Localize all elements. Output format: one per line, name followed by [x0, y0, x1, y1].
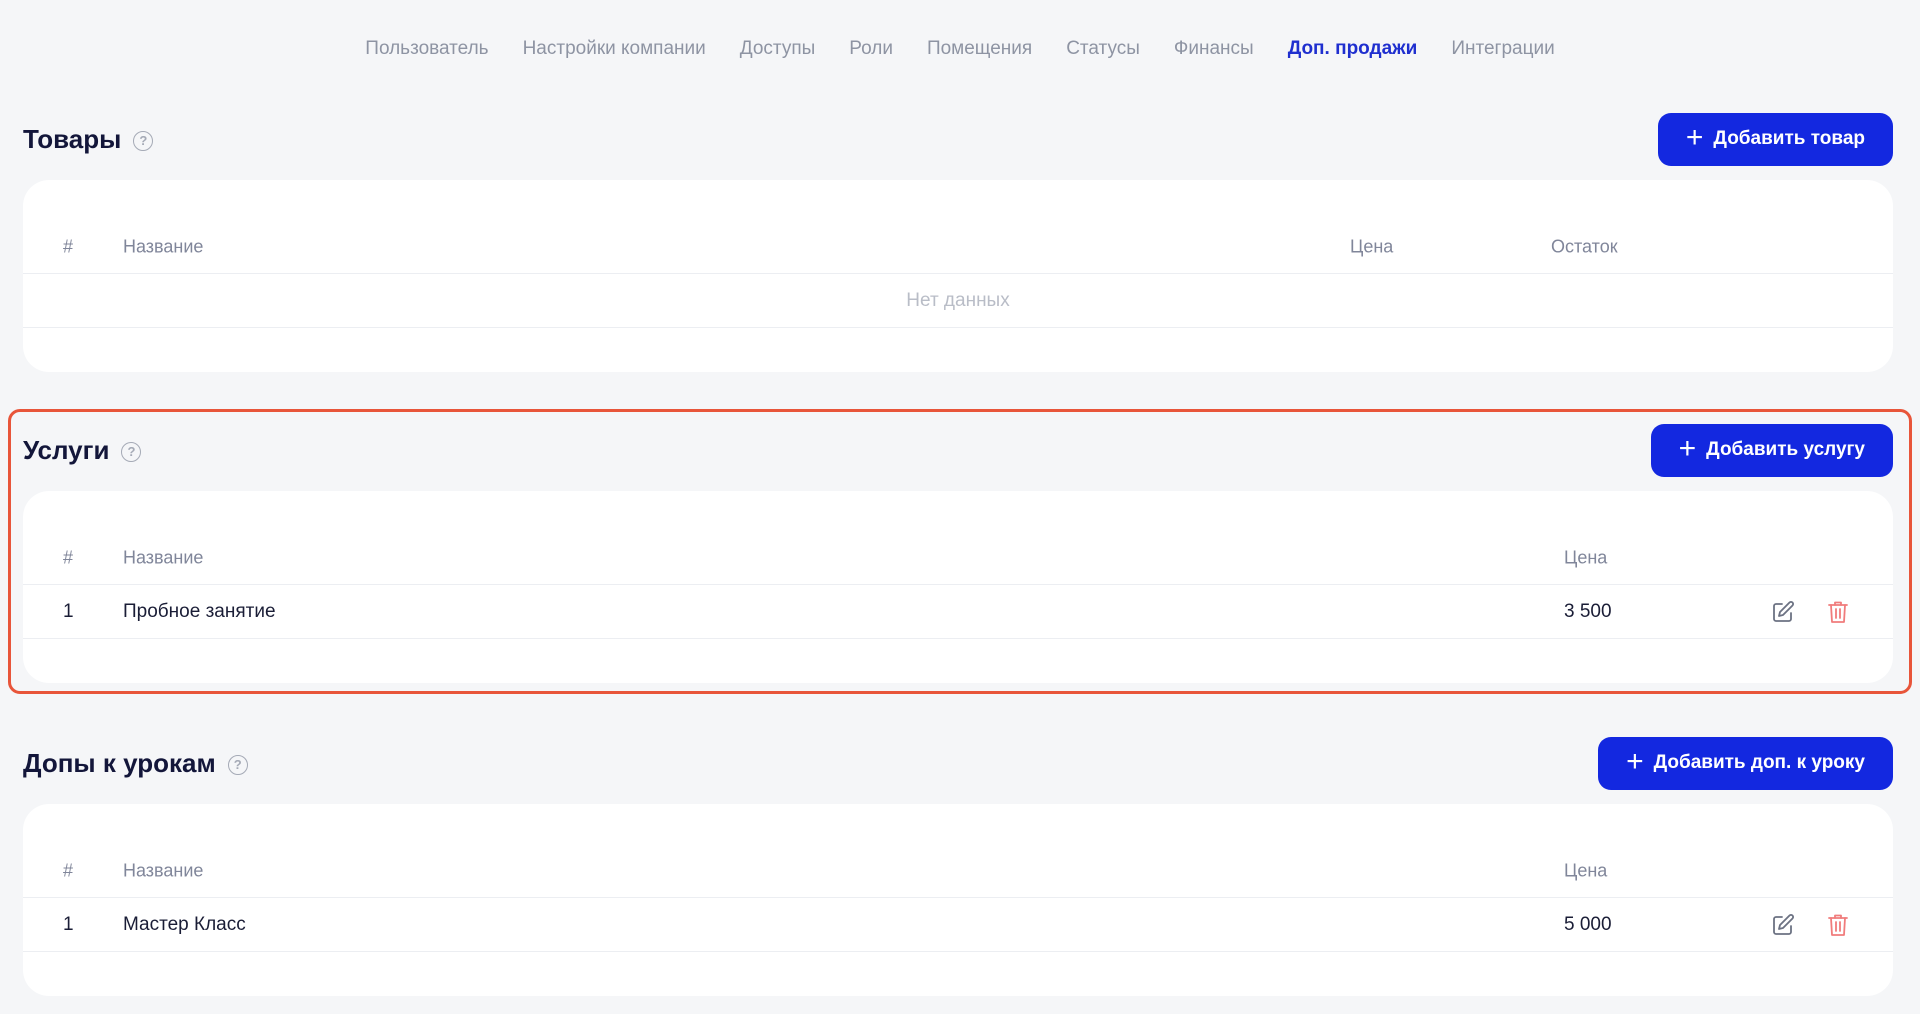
help-icon[interactable]: ?: [227, 754, 248, 775]
add-product-button[interactable]: + Добавить товар: [1657, 112, 1893, 166]
tab-company-settings[interactable]: Настройки компании: [523, 36, 706, 62]
products-title-wrap: Товары ?: [23, 123, 154, 155]
column-header-price: Цена: [1350, 236, 1394, 256]
lesson-extras-header: Допы к урокам ? + Добавить доп. к уроку: [23, 736, 1893, 790]
empty-text: Нет данных: [906, 289, 1010, 311]
tab-rooms[interactable]: Помещения: [927, 36, 1032, 62]
add-lesson-extra-label: Добавить доп. к уроку: [1653, 752, 1865, 773]
services-title: Услуги: [23, 434, 110, 465]
plus-icon: +: [1678, 431, 1697, 465]
plus-icon: +: [1685, 120, 1704, 154]
add-service-label: Добавить услугу: [1706, 439, 1865, 460]
row-name: Мастер Класс: [123, 913, 246, 935]
tab-integrations[interactable]: Интеграции: [1451, 36, 1554, 62]
lesson-extras-title: Допы к урокам: [23, 747, 216, 778]
empty-row: Нет данных: [23, 274, 1893, 328]
table-header-row: # Название Цена Остаток: [23, 220, 1893, 274]
tab-extra-sales[interactable]: Доп. продажи: [1288, 36, 1418, 62]
row-num: 1: [63, 600, 74, 622]
settings-tabs: Пользователь Настройки компании Доступы …: [0, 36, 1920, 62]
services-section: Услуги ? + Добавить услугу # Название Це…: [23, 423, 1893, 683]
lesson-extras-title-wrap: Допы к урокам ?: [23, 748, 248, 779]
table-header-row: # Название Цена: [23, 844, 1893, 898]
lesson-extras-table: # Название Цена 1 Мастер Класс 5 000: [23, 804, 1893, 996]
add-product-label: Добавить товар: [1713, 128, 1865, 149]
edit-icon[interactable]: [1771, 600, 1795, 624]
page: Пользователь Настройки компании Доступы …: [0, 0, 1920, 1014]
table-row: 1 Пробное занятие 3 500: [23, 585, 1893, 639]
add-lesson-extra-button[interactable]: + Добавить доп. к уроку: [1598, 736, 1893, 790]
tab-access[interactable]: Доступы: [740, 36, 816, 62]
tab-statuses[interactable]: Статусы: [1066, 36, 1140, 62]
column-header-stock: Остаток: [1551, 236, 1618, 256]
row-price: 3 500: [1564, 600, 1612, 622]
products-table: # Название Цена Остаток Нет данных: [23, 180, 1893, 372]
table-header-row: # Название Цена: [23, 531, 1893, 585]
column-header-price: Цена: [1564, 547, 1608, 567]
tab-roles[interactable]: Роли: [849, 36, 893, 62]
row-num: 1: [63, 913, 74, 935]
products-title: Товары: [23, 123, 122, 154]
plus-icon: +: [1626, 744, 1644, 778]
column-header-num: #: [63, 547, 74, 567]
add-service-button[interactable]: + Добавить услугу: [1650, 423, 1893, 477]
row-name: Пробное занятие: [123, 600, 276, 622]
column-header-price: Цена: [1564, 860, 1608, 880]
products-section: Товары ? + Добавить товар # Название Цен…: [23, 112, 1893, 372]
help-icon[interactable]: ?: [121, 441, 142, 462]
trash-icon[interactable]: [1827, 913, 1849, 937]
tab-finance[interactable]: Финансы: [1174, 36, 1254, 62]
lesson-extras-section: Допы к урокам ? + Добавить доп. к уроку …: [23, 736, 1893, 996]
services-header: Услуги ? + Добавить услугу: [23, 423, 1893, 477]
row-price: 5 000: [1564, 913, 1612, 935]
tab-user[interactable]: Пользователь: [365, 36, 488, 62]
column-header-num: #: [63, 860, 74, 880]
column-header-name: Название: [123, 860, 204, 880]
table-row: 1 Мастер Класс 5 000: [23, 898, 1893, 952]
products-header: Товары ? + Добавить товар: [23, 112, 1893, 166]
services-table: # Название Цена 1 Пробное занятие 3 500: [23, 491, 1893, 683]
column-header-name: Название: [123, 547, 204, 567]
help-icon[interactable]: ?: [133, 130, 154, 151]
column-header-num: #: [63, 236, 74, 256]
edit-icon[interactable]: [1771, 913, 1795, 937]
services-title-wrap: Услуги ?: [23, 434, 142, 466]
trash-icon[interactable]: [1827, 600, 1849, 624]
column-header-name: Название: [123, 236, 204, 256]
